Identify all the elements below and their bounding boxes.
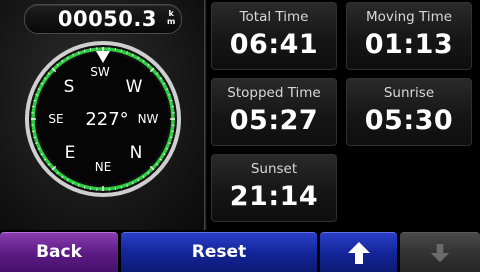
stat-card-stopped-time[interactable]: Stopped Time 05:27 bbox=[211, 78, 337, 146]
stat-label: Sunset bbox=[250, 161, 298, 177]
arrow-down-icon bbox=[430, 243, 450, 262]
compass-label-e: E bbox=[65, 143, 76, 163]
compass-label-ne: NE bbox=[95, 160, 112, 174]
compass: SW W NW N NE E SE S 227° bbox=[25, 41, 181, 197]
scroll-down-button bbox=[400, 232, 480, 272]
compass-label-w: W bbox=[126, 77, 143, 97]
stat-card-moving-time[interactable]: Moving Time 01:13 bbox=[346, 2, 472, 70]
stat-label: Stopped Time bbox=[227, 85, 321, 101]
stat-value: 05:30 bbox=[364, 105, 454, 136]
stat-value: 06:41 bbox=[229, 29, 319, 60]
compass-label-se: SE bbox=[48, 112, 63, 126]
stat-value: 05:27 bbox=[229, 105, 319, 136]
reset-button[interactable]: Reset bbox=[121, 232, 317, 272]
scroll-up-button[interactable] bbox=[320, 232, 397, 272]
panel-divider bbox=[204, 0, 207, 230]
stat-value: 21:14 bbox=[229, 181, 319, 212]
back-button[interactable]: Back bbox=[0, 232, 118, 272]
stat-label: Total Time bbox=[239, 9, 309, 25]
arrow-up-icon bbox=[347, 241, 370, 264]
stat-card-sunset[interactable]: Sunset 21:14 bbox=[211, 154, 337, 222]
stat-card-total-time[interactable]: Total Time 06:41 bbox=[211, 2, 337, 70]
stat-card-sunrise[interactable]: Sunrise 05:30 bbox=[346, 78, 472, 146]
stat-label: Moving Time bbox=[365, 9, 453, 25]
stat-label: Sunrise bbox=[383, 85, 435, 101]
compass-label-s: S bbox=[64, 77, 75, 97]
compass-label-sw: SW bbox=[90, 65, 110, 79]
compass-heading: 227° bbox=[85, 109, 128, 130]
stat-value: 01:13 bbox=[364, 29, 454, 60]
compass-label-nw: NW bbox=[138, 112, 159, 126]
compass-label-n: N bbox=[130, 143, 143, 163]
